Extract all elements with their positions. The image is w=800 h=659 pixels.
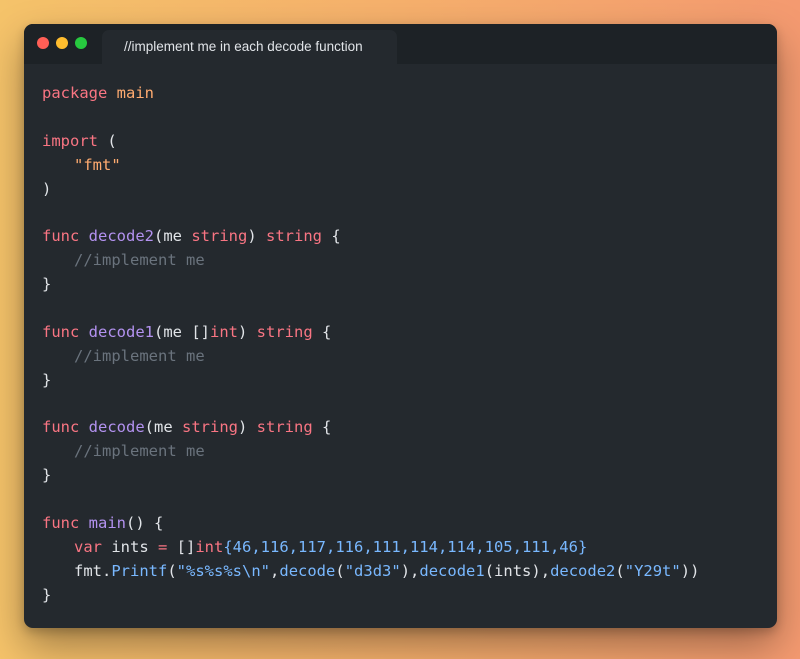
code-line: }: [42, 584, 777, 608]
close-window-button[interactable]: [37, 37, 49, 49]
operator: =: [158, 537, 168, 556]
number-literal-list: {46,116,117,116,111,114,114,105,111,46}: [223, 537, 588, 556]
code-line: func decode(me string) string {: [42, 416, 777, 440]
punctuation: {: [312, 322, 332, 341]
comment: //implement me: [74, 442, 205, 461]
code-line: import (: [42, 130, 777, 154]
string-literal: "fmt": [74, 155, 121, 174]
type: string: [191, 227, 248, 246]
function-name: decode2: [88, 227, 154, 246]
punctuation: (: [335, 561, 345, 580]
function-call: Printf: [111, 561, 168, 580]
punctuation: }: [42, 370, 52, 389]
maximize-window-button[interactable]: [75, 37, 87, 49]
function-call: decode: [279, 561, 336, 580]
code-line: ): [42, 178, 777, 202]
punctuation: )): [680, 561, 700, 580]
type: int: [195, 537, 224, 556]
code-line: fmt.Printf("%s%s%s\n",decode("d3d3"),dec…: [42, 560, 777, 584]
code-line: func main() {: [42, 512, 777, 536]
type: string: [182, 418, 238, 437]
string-literal: ": [260, 561, 271, 580]
punctuation: ): [42, 179, 52, 198]
package-ref: fmt.: [74, 561, 112, 580]
punctuation: (me: [154, 227, 192, 246]
function-call: decode1: [419, 561, 485, 580]
punctuation: (: [615, 561, 625, 580]
punctuation: {: [312, 418, 332, 437]
keyword: package: [42, 84, 108, 102]
type: string: [256, 322, 313, 341]
code-line: //implement me: [42, 249, 777, 273]
code-line: var ints = []int{46,116,117,116,111,114,…: [42, 536, 777, 560]
punctuation: ,: [270, 561, 280, 580]
string-literal: "Y29t": [624, 561, 681, 580]
keyword: func: [42, 227, 80, 246]
type: int: [210, 322, 238, 341]
punctuation: ): [247, 227, 266, 246]
punctuation: ): [400, 561, 411, 580]
keyword: var: [74, 537, 102, 556]
minimize-window-button[interactable]: [56, 37, 68, 49]
punctuation: []: [167, 537, 196, 556]
punctuation: {: [322, 227, 341, 246]
code-line: }: [42, 273, 777, 297]
punctuation: (me []: [154, 322, 210, 341]
function-call: decode2: [550, 561, 616, 580]
punctuation: ): [238, 322, 257, 341]
keyword: func: [42, 418, 80, 437]
code-line: }: [42, 369, 777, 393]
code-line: //implement me: [42, 440, 777, 464]
punctuation: (: [107, 131, 117, 150]
punctuation: }: [42, 275, 52, 294]
escape-sequence: \n: [242, 561, 261, 580]
package-name: main: [116, 84, 154, 102]
punctuation: () {: [126, 514, 164, 533]
code-line: func decode1(me []int) string {: [42, 321, 777, 345]
keyword: func: [42, 514, 80, 533]
code-window: //implement me in each decode function p…: [24, 24, 777, 628]
punctuation: ,: [410, 561, 420, 580]
variable-name: ints: [102, 537, 158, 556]
title-bar: //implement me in each decode function: [24, 24, 777, 64]
code-line: "fmt": [42, 154, 777, 178]
punctuation: (: [167, 561, 177, 580]
punctuation: }: [42, 466, 52, 485]
string-literal: "d3d3": [344, 561, 401, 580]
function-name: main: [88, 514, 126, 533]
punctuation: (ints): [484, 561, 541, 580]
type: string: [256, 418, 313, 437]
punctuation: }: [42, 585, 52, 604]
string-literal: "%s%s%s: [176, 561, 242, 580]
code-editor: package main import ( "fmt" ) func decod…: [42, 82, 777, 608]
code-line: //implement me: [42, 345, 777, 369]
comment: //implement me: [74, 251, 205, 270]
keyword: func: [42, 322, 80, 341]
code-line: func decode2(me string) string {: [42, 225, 777, 249]
type: string: [266, 227, 322, 246]
function-name: decode1: [88, 322, 154, 341]
comment: //implement me: [74, 346, 205, 365]
punctuation: ,: [540, 561, 551, 580]
keyword: import: [42, 131, 98, 150]
function-name: decode: [88, 418, 145, 437]
code-line: }: [42, 464, 777, 488]
tab-file[interactable]: //implement me in each decode function: [102, 30, 397, 64]
punctuation: (me: [144, 418, 182, 437]
punctuation: ): [238, 418, 257, 437]
code-line: package main: [42, 82, 777, 106]
